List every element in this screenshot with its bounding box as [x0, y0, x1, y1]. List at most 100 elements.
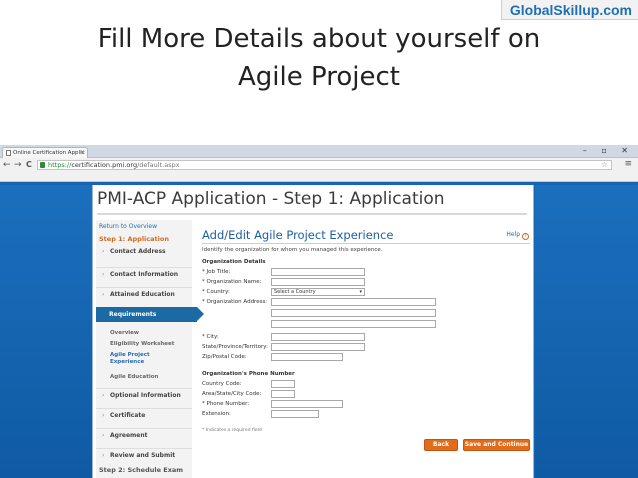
- save-and-continue-button[interactable]: Save and Continue: [463, 439, 530, 451]
- sidebar-item-review-and-submit[interactable]: › Review and Submit: [96, 448, 192, 462]
- country-code-label: Country Code:: [202, 381, 242, 387]
- address-line-3-input[interactable]: [271, 320, 436, 328]
- sidebar-item-attained-education[interactable]: › Attained Education: [96, 287, 192, 301]
- state-input[interactable]: [271, 343, 365, 351]
- chevron-right-icon: ›: [102, 248, 105, 255]
- menu-icon[interactable]: ≡: [624, 159, 632, 169]
- slide-title-line-1: Fill More Details about yourself on: [97, 24, 541, 54]
- phone-number-input[interactable]: [271, 400, 343, 408]
- title-divider: [97, 213, 527, 215]
- window-controls[interactable]: – ▫ ✕: [583, 146, 634, 155]
- browser-toolbar: ← → C https://certification.pmi.org/defa…: [0, 158, 638, 172]
- back-arrow-icon[interactable]: ←: [3, 159, 11, 171]
- organization-address-label: * Organization Address:: [202, 299, 268, 305]
- sidebar-item-contact-address[interactable]: › Contact Address: [96, 247, 192, 257]
- browser-tab[interactable]: Online Certification Applic ×: [2, 147, 88, 158]
- url-scheme: https://: [48, 161, 72, 169]
- bookmark-item[interactable]: GTmetrix: [374, 181, 404, 182]
- page-background-left: [0, 185, 92, 478]
- slide-title-line-2: Agile Project: [238, 62, 400, 92]
- sidebar-item-requirements[interactable]: Requirements: [96, 307, 204, 322]
- sidebar-item-label: Contact Information: [110, 271, 179, 278]
- url-path: /default.aspx: [137, 161, 180, 169]
- subnav-eligibility-worksheet[interactable]: Eligibility Worksheet: [110, 341, 174, 348]
- job-title-label: * Job Title:: [202, 269, 231, 275]
- country-code-input[interactable]: [271, 380, 295, 388]
- subnav-agile-education[interactable]: Agile Education: [110, 374, 158, 381]
- help-link[interactable]: Help ?: [506, 231, 529, 240]
- bookmark-item[interactable]: Training Feedback Fo: [307, 181, 366, 182]
- chevron-right-icon: ›: [102, 432, 105, 439]
- bookmark-item[interactable]: Best Fonts: [134, 181, 167, 182]
- phone-section-heading: Organization's Phone Number: [202, 371, 295, 377]
- tab-bar: Online Certification Applic × – ▫ ✕: [0, 145, 638, 158]
- extension-input[interactable]: [271, 410, 319, 418]
- zip-input[interactable]: [271, 353, 343, 361]
- address-line-2-input[interactable]: [271, 309, 436, 317]
- job-title-input[interactable]: [271, 268, 365, 276]
- bookmark-item[interactable]: Which of the followin: [174, 181, 234, 182]
- sidebar-item-label: Certificate: [110, 412, 146, 419]
- sidebar-item-optional-information[interactable]: › Optional Information: [96, 388, 192, 402]
- bookmark-item[interactable]: HTML Cleaner - Wor: [29, 181, 86, 182]
- organization-name-label: * Organization Name:: [202, 279, 262, 285]
- phone-number-label: * Phone Number:: [202, 401, 250, 407]
- sidebar-item-contact-information[interactable]: › Contact Information: [96, 267, 192, 281]
- state-label: State/Province/Territory:: [202, 344, 268, 350]
- city-input[interactable]: [271, 333, 365, 341]
- organization-details-heading: Organization Details: [202, 259, 266, 265]
- sidebar: Return to Overview Step 1: Application ›…: [96, 220, 204, 478]
- chevron-right-icon: ›: [102, 452, 105, 459]
- country-select[interactable]: Select a Country ▾: [271, 288, 365, 296]
- brand-watermark: GlobalSkillup.com: [500, 0, 638, 20]
- bookmark-item[interactable]: SSH Access - Control: [509, 181, 568, 182]
- main-form: Add/Edit Agile Project Experience Help ?…: [199, 220, 533, 478]
- chevron-right-icon: ›: [102, 392, 105, 399]
- application-page: PMI-ACP Application - Step 1: Applicatio…: [92, 185, 534, 478]
- reload-icon[interactable]: C: [26, 159, 32, 171]
- chevron-down-icon: ▾: [359, 289, 362, 295]
- area-code-input[interactable]: [271, 390, 295, 398]
- page-icon: [6, 150, 11, 156]
- sidebar-item-certificate[interactable]: › Certificate: [96, 408, 192, 422]
- bookmark-star-icon[interactable]: ☆: [601, 160, 608, 169]
- organization-name-input[interactable]: [271, 278, 365, 286]
- bookmarks-bar: Apps HTML Cleaner - Wor BMT Leads Best Font…: [0, 172, 638, 182]
- close-tab-icon[interactable]: ×: [80, 148, 85, 158]
- form-divider: [202, 243, 530, 244]
- back-button[interactable]: Back: [424, 439, 458, 451]
- extension-label: Extension:: [202, 411, 231, 417]
- bookmark-item[interactable]: Apps: [3, 181, 22, 182]
- step1-heading: Step 1: Application: [99, 235, 169, 243]
- sidebar-item-label: Agreement: [110, 432, 148, 439]
- zip-label: Zip/Postal Code:: [202, 354, 247, 360]
- subnav-agile-project-experience[interactable]: Agile Project Experience: [110, 352, 160, 366]
- help-icon: ?: [522, 233, 529, 240]
- sidebar-item-label: Contact Address: [110, 248, 166, 255]
- chevron-right-icon: ›: [102, 291, 105, 298]
- page-background-right: [535, 185, 638, 478]
- address-bar[interactable]: https://certification.pmi.org/default.as…: [37, 160, 612, 170]
- form-instruction: Identify the organization for whom you m…: [202, 247, 383, 253]
- sidebar-item-agreement[interactable]: › Agreement: [96, 428, 192, 442]
- sidebar-item-label: Requirements: [109, 311, 157, 318]
- sidebar-item-label: Review and Submit: [110, 452, 176, 459]
- sidebar-item-label: Attained Education: [110, 291, 175, 298]
- application-title: PMI-ACP Application - Step 1: Applicatio…: [97, 189, 445, 209]
- bookmark-item[interactable]: PageSpeed Insights: [447, 181, 503, 182]
- return-to-overview-link[interactable]: Return to Overview: [99, 223, 157, 230]
- tab-title: Online Certification Applic: [13, 150, 85, 156]
- slide-title: Fill More Details about yourself on Agil…: [0, 20, 638, 96]
- required-field-note: * Indicates a required field: [202, 428, 262, 433]
- bookmark-item[interactable]: BMT Leads: [93, 181, 127, 182]
- forward-arrow-icon[interactable]: →: [14, 159, 22, 171]
- country-label: * Country:: [202, 289, 230, 295]
- bookmark-item[interactable]: Why Website Visitors: [241, 181, 301, 182]
- subnav-overview[interactable]: Overview: [110, 330, 139, 337]
- step2-heading[interactable]: Step 2: Schedule Exam: [99, 466, 183, 474]
- address-line-1-input[interactable]: [271, 298, 436, 306]
- bookmark-item[interactable]: Pingdom: [411, 181, 440, 182]
- area-code-label: Area/State/City Code:: [202, 391, 262, 397]
- chevron-right-icon: ›: [102, 271, 105, 278]
- chevron-right-icon: ›: [102, 412, 105, 419]
